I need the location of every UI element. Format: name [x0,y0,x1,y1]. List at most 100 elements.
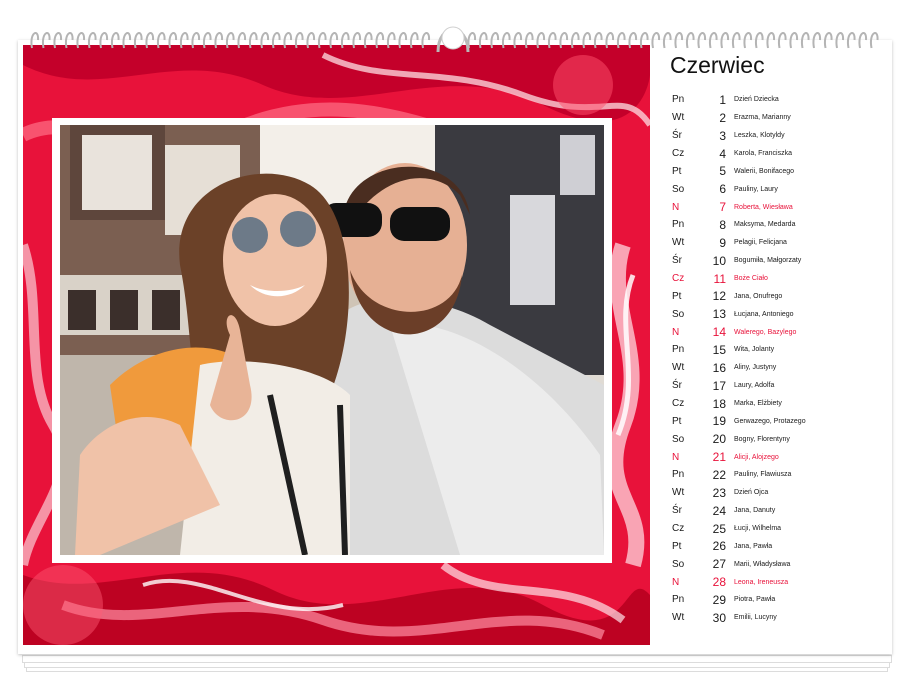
day-number: 13 [712,307,726,322]
weekday-label: So [672,183,685,195]
weekday-label: N [672,576,680,588]
day-row: Wt 9 Pelagii, Felicjana [672,234,888,252]
day-number: 11 [713,271,726,286]
day-row: Pt 12 Jana, Onufrego [672,287,888,305]
name-day-label: Alicji, Alojzego [734,453,779,461]
day-row: Śr 3 Leszka, Klotyldy [672,127,888,145]
day-number: 25 [712,521,726,536]
day-number: 14 [712,325,726,340]
weekday-label: So [672,308,685,320]
weekday-label: Pt [672,290,682,302]
weekday-label: Pn [672,219,685,231]
name-day-label: Roberta, Wiesława [734,203,793,211]
name-day-label: Marka, Elżbiety [734,400,782,408]
weekday-label: Pn [672,344,685,356]
name-day-label: Karola, Franciszka [734,150,792,157]
weekday-label: Pn [672,94,685,106]
holiday-row: Cz 11 Boże Ciało [672,270,888,288]
name-day-label: Łucji, Wilhelma [734,525,782,533]
name-day-label: Piotra, Pawła [734,596,776,604]
day-number: 12 [712,289,726,304]
page-stack-edge [22,655,892,663]
name-day-label: Wita, Jolanty [734,346,775,354]
weekday-label: Wt [672,612,685,624]
month-title: Czerwiec [670,52,765,78]
name-day-label: Jana, Danuty [734,507,776,515]
weekday-label: Cz [672,398,685,410]
day-row: Pn 29 Piotra, Pawła [672,591,888,609]
weekday-label: Pn [672,469,685,481]
name-day-label: Laury, Adolfa [734,382,775,390]
day-number: 4 [719,146,726,161]
name-day-label: Łucjana, Antoniego [734,310,794,318]
day-number: 21 [712,450,726,465]
name-day-label: Dzień Dziecka [734,96,779,104]
calendar-hanger-hook [436,26,470,53]
day-row: Wt 23 Dzień Ojca [672,484,888,502]
weekday-label: Wt [672,237,685,249]
day-number: 10 [712,253,726,268]
day-row: So 27 Marii, Władysława [672,555,888,573]
day-row: So 20 Bogny, Florentyny [672,430,888,448]
name-day-label: Marii, Władysława [734,560,791,568]
day-number: 16 [712,360,726,375]
day-row: Cz 4 Karola, Franciszka [672,145,888,163]
day-row: Pt 5 Walerii, Bonifacego [672,162,888,180]
day-row: Pt 19 Gerwazego, Protazego [672,412,888,430]
holiday-row: N 28 Leona, Ireneusza [672,573,888,591]
weekday-label: Cz [672,148,685,159]
day-row: Wt 16 Aliny, Justyny [672,359,888,377]
day-number: 8 [719,217,726,232]
couple-selfie-photo [60,125,604,555]
weekday-label: Śr [672,505,682,517]
day-number: 19 [712,414,726,429]
day-number: 1 [719,92,726,107]
weekday-label: Wt [672,362,685,374]
weekday-label: So [672,433,685,445]
day-number: 20 [712,432,726,447]
name-day-label: Leszka, Klotyldy [734,132,785,140]
day-row: So 13 Łucjana, Antoniego [672,305,888,323]
name-day-label: Emilii, Lucyny [734,614,777,622]
day-list: Pn 1 Dzień Dziecka Wt 2 Erazma, Marianny Śr 3 Le… [672,91,888,627]
weekday-label: Wt [672,487,685,499]
weekday-label: Cz [672,523,685,535]
day-number: 27 [712,557,726,572]
name-day-label: Pauliny, Flawiusza [734,471,792,479]
day-row: Pn 22 Pauliny, Flawiusza [672,466,888,484]
weekday-label: Pt [672,415,682,427]
weekday-label: N [672,201,680,213]
weekday-label: Śr [672,255,682,267]
name-day-label: Erazma, Marianny [734,114,791,122]
day-row: Pn 15 Wita, Jolanty [672,341,888,359]
day-number: 3 [719,128,726,143]
day-row: Cz 18 Marka, Elżbiety [672,395,888,413]
day-number: 29 [712,592,726,607]
name-day-label: Boże Ciało [734,275,768,283]
weekday-label: Wt [672,112,685,124]
day-number: 6 [719,182,726,197]
day-row: Śr 17 Laury, Adolfa [672,377,888,395]
name-day-label: Aliny, Justyny [734,364,777,372]
holiday-row: N 7 Roberta, Wiesława [672,198,888,216]
weekday-label: N [672,451,680,463]
day-row: Śr 10 Bogumiła, Małgorzaty [672,252,888,270]
day-number: 26 [712,539,726,554]
day-number: 15 [712,342,726,357]
holiday-row: N 14 Walerego, Bazylego [672,323,888,341]
day-row: Cz 25 Łucji, Wilhelma [672,520,888,538]
day-number: 22 [712,467,726,482]
weekday-label: Pn [672,594,685,606]
day-row: Pn 8 Maksyma, Medarda [672,216,888,234]
weekday-label: Śr [672,380,682,392]
day-number: 17 [712,378,726,393]
name-day-label: Pelagii, Felicjana [734,239,787,247]
day-row: Śr 24 Jana, Danuty [672,502,888,520]
day-row: Pn 1 Dzień Dziecka [672,91,888,109]
day-row: So 6 Pauliny, Laury [672,180,888,198]
name-day-label: Gerwazego, Protazego [734,417,806,425]
day-number: 23 [712,485,726,500]
name-day-label: Walerego, Bazylego [734,328,797,336]
weekday-label: So [672,558,685,570]
day-number: 30 [712,610,726,625]
